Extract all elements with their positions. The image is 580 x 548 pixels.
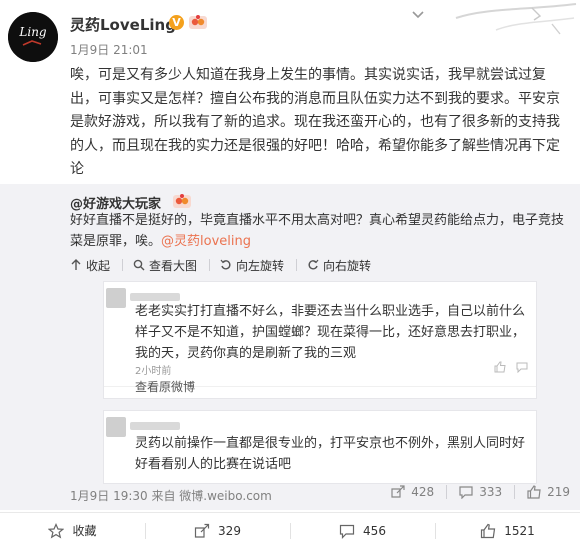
star-icon: [48, 522, 65, 538]
repost-comment-button[interactable]: 333: [459, 485, 502, 499]
separator: [446, 485, 448, 499]
rotate-left-label: 向左旋转: [236, 258, 285, 273]
magnifier-icon: [133, 259, 145, 271]
post-time[interactable]: 1月9日 21:01: [70, 41, 148, 58]
blurred-username: [130, 293, 180, 301]
repost-count: 329: [218, 523, 241, 538]
view-large-image-button[interactable]: 查看大图: [133, 256, 197, 274]
image-actions: 收起 查看大图 向左旋转 向右旋转: [70, 256, 383, 274]
comment-text: 老老实实打打直播不好么，非要还去当什么职业选手，自己以前什么样子又不是不知道，护…: [135, 304, 526, 361]
comment-button[interactable]: 456: [290, 513, 435, 548]
user-avatar[interactable]: Ling: [8, 12, 58, 62]
decorative-brush-icon: [455, 3, 577, 35]
comment-icon: [459, 486, 473, 499]
collapse-label: 收起: [86, 258, 111, 273]
share-icon: [194, 523, 210, 538]
view-large-label: 查看大图: [149, 258, 198, 273]
post-action-bar: 收藏 329 456 1521: [0, 512, 580, 548]
rotate-left-icon: [220, 259, 231, 270]
repost-share-count: 428: [411, 485, 435, 499]
like-button[interactable]: 1521: [435, 513, 580, 548]
comment-count: 456: [363, 523, 386, 538]
repost-block: @好游戏大玩家 好好直播不是挺好的，毕竟直播水平不用太高对吧？真心希望灵药能给点…: [0, 184, 580, 510]
comment-screenshot: 老老实实打打直播不好么，非要还去当什么职业选手，自己以前什么样子又不是不知道，护…: [103, 281, 537, 399]
thumbs-up-icon: [481, 523, 496, 538]
like-count: 1521: [504, 523, 535, 538]
repost-body: 好好直播不是挺好的，毕竟直播水平不用太高对吧？真心希望灵药能给点力，电子竞技菜是…: [70, 213, 565, 249]
svg-text:Ling: Ling: [18, 25, 47, 39]
repost-comment-count: 333: [479, 485, 503, 499]
collapse-button[interactable]: 收起: [70, 256, 110, 274]
repost-share-button[interactable]: 428: [391, 485, 434, 499]
comment-screenshot: 灵药以前操作一直都是很专业的，打平安京也不例外，黑别人同时好好看看别人的比赛在说…: [103, 410, 537, 484]
view-original-link[interactable]: 查看原微博: [135, 378, 195, 395]
blurred-avatar: [106, 417, 126, 437]
rotate-left-button[interactable]: 向左旋转: [220, 256, 284, 274]
rotate-right-label: 向右旋转: [323, 258, 372, 273]
verified-icon: V: [169, 15, 184, 30]
arrow-up-icon: [71, 259, 81, 270]
blurred-username: [130, 422, 180, 430]
repost-meta[interactable]: 1月9日 19:30 来自 微博.weibo.com: [70, 487, 272, 504]
comment-text: 灵药以前操作一直都是很专业的，打平安京也不例外，黑别人同时好好看看别人的比赛在说…: [135, 436, 526, 472]
post-username[interactable]: 灵药LoveLing: [70, 14, 176, 35]
comment-icons: [494, 361, 528, 373]
chevron-down-icon[interactable]: [412, 10, 424, 20]
favorite-label: 收藏: [72, 524, 97, 538]
separator: [514, 485, 516, 499]
separator: [296, 259, 298, 271]
repost-like-count: 219: [547, 485, 570, 499]
thumbs-up-icon: [527, 485, 541, 499]
repost-stats: 428 333 219: [391, 485, 570, 499]
repost-mention[interactable]: @灵药loveling: [161, 234, 251, 249]
thumbs-up-icon: [494, 361, 506, 373]
repost-button[interactable]: 329: [145, 513, 290, 548]
favorite-button[interactable]: 收藏: [0, 513, 145, 548]
repost-like-button[interactable]: 219: [527, 485, 570, 499]
rotate-right-button[interactable]: 向右旋转: [307, 256, 371, 274]
comment-icon: [516, 362, 528, 373]
comment-icon: [339, 524, 355, 539]
rotate-right-icon: [308, 259, 319, 270]
separator: [122, 259, 124, 271]
member-badge-icon[interactable]: [188, 13, 208, 31]
avatar-logo-icon: Ling: [8, 12, 58, 62]
blurred-avatar: [106, 288, 126, 308]
comment-time: 2小时前: [135, 366, 172, 377]
separator: [209, 259, 211, 271]
share-icon: [391, 485, 405, 498]
weibo-post-card: Ling 灵药LoveLing V 1月9日 21:01 唉，可是又有多少人知道…: [0, 0, 580, 548]
post-text: 唉，可是又有多少人知道在我身上发生的事情。其实说实话，我早就尝试过复出，可事实又…: [70, 67, 560, 177]
member-badge-icon[interactable]: [172, 192, 192, 210]
repost-text: 好好直播不是挺好的，毕竟直播水平不用太高对吧？真心希望灵药能给点力，电子竞技菜是…: [70, 210, 570, 252]
